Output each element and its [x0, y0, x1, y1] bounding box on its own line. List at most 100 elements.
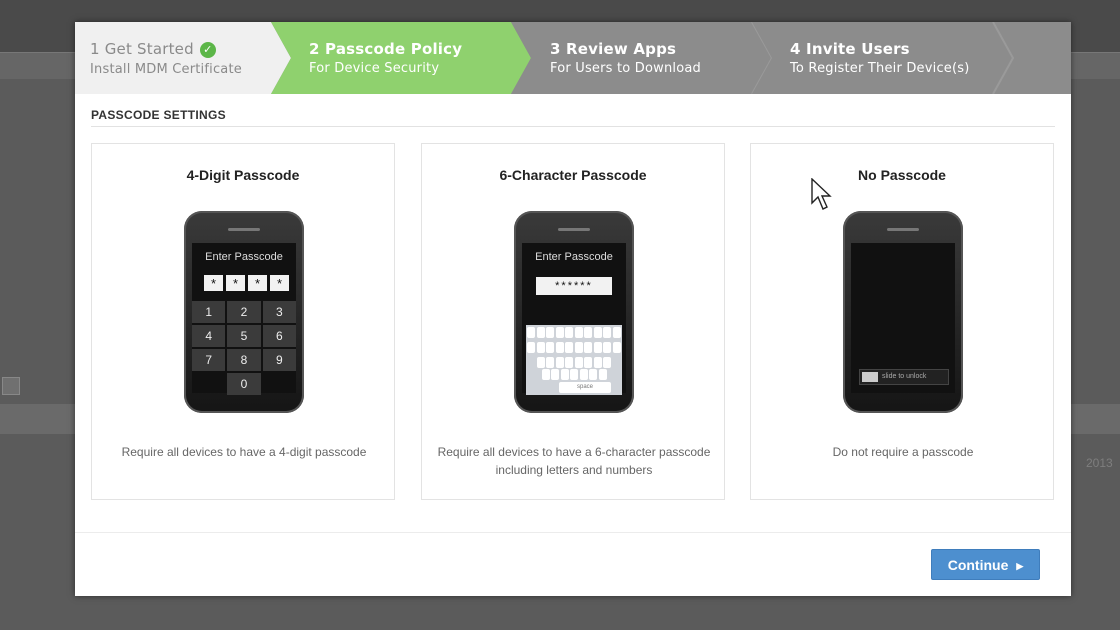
space-key: space [559, 382, 611, 393]
step-title: 2 Passcode Policy [309, 40, 463, 58]
keyboard-key [541, 369, 550, 380]
check-icon: ✓ [199, 41, 216, 58]
wizard-step-review-apps[interactable]: 3 Review Apps For Users to Download [550, 22, 701, 94]
option-description: Do not require a passcode [832, 445, 974, 459]
keyboard-key [593, 357, 602, 368]
footer-divider [75, 532, 1071, 533]
keyboard-key [555, 342, 564, 353]
step-subtitle: Install MDM Certificate [90, 61, 242, 77]
slide-to-unlock: slide to unlock [859, 369, 949, 385]
digit-box: * [270, 275, 289, 291]
option-title: 6-Character Passcode [499, 167, 647, 183]
digit-box: * [204, 275, 223, 291]
keyboard-key [584, 327, 593, 338]
screen-label: Enter Passcode [535, 251, 613, 263]
keyboard-key [536, 327, 545, 338]
keyboard-key [593, 342, 602, 353]
keyboard-key [574, 342, 583, 353]
keyboard-key [603, 327, 612, 338]
option-title: 4-Digit Passcode [186, 167, 300, 183]
continue-label: Continue [947, 557, 1009, 573]
wizard-steps: 1 Get Started ✓ Install MDM Certificate 2… [75, 22, 1071, 94]
key: 1 [192, 301, 226, 323]
keyboard-key [555, 357, 564, 368]
wizard-step-get-started[interactable]: 1 Get Started ✓ Install MDM Certificate [90, 22, 242, 94]
step-subtitle: To Register Their Device(s) [790, 61, 970, 76]
key: 0 [227, 373, 261, 395]
background-image-icon [2, 377, 20, 395]
option-description: Require all devices to have a 4-digit pa… [121, 445, 367, 459]
keyboard-key [546, 327, 555, 338]
unlock-knob [862, 372, 878, 382]
keyboard-key [565, 342, 574, 353]
keyboard-key [584, 342, 593, 353]
continue-button[interactable]: Continue ▶ [931, 549, 1040, 580]
mouse-pointer-icon [811, 178, 832, 210]
passcode-digits: * * * * [204, 275, 289, 291]
option-card-4-digit[interactable]: 4-Digit Passcode Enter Passcode * * * * … [91, 143, 395, 500]
digit-box: * [248, 275, 267, 291]
key: 2 [227, 301, 261, 323]
wizard-step-invite-users[interactable]: 4 Invite Users To Register Their Device(… [790, 22, 970, 94]
option-title: No Passcode [858, 167, 946, 183]
keyboard-key [593, 327, 602, 338]
phone-illustration: Enter Passcode * * * * 1 2 3 4 5 6 7 8 9 [184, 211, 304, 413]
keyboard-key [565, 327, 574, 338]
keyboard-illustration: space [526, 325, 622, 395]
keyboard-key [536, 342, 545, 353]
key: 5 [227, 325, 261, 347]
step-title: 4 Invite Users [790, 40, 910, 58]
key: 7 [192, 349, 226, 371]
keyboard-key [527, 342, 536, 353]
step-subtitle: For Device Security [309, 61, 440, 76]
phone-speaker [558, 228, 590, 231]
phone-screen: Enter Passcode * * * * 1 2 3 4 5 6 7 8 9 [192, 243, 296, 395]
passcode-policy-dialog: 1 Get Started ✓ Install MDM Certificate 2… [75, 22, 1071, 596]
screen-label: Enter Passcode [205, 251, 283, 263]
key: 6 [262, 325, 296, 347]
keypad: 1 2 3 4 5 6 7 8 9 0 [192, 301, 296, 395]
phone-screen: slide to unlock [851, 243, 955, 393]
step-title: 1 Get Started [90, 39, 194, 58]
section-title: PASSCODE SETTINGS [91, 108, 226, 122]
keyboard-key [546, 357, 555, 368]
keyboard-key [603, 357, 612, 368]
option-description: Require all devices to have a 6-characte… [437, 445, 711, 477]
chevron-right-icon: ▶ [1016, 561, 1024, 571]
keyboard-key [527, 327, 536, 338]
key: 4 [192, 325, 226, 347]
keyboard-key [584, 357, 593, 368]
keyboard-key [574, 357, 583, 368]
wizard-step-passcode-policy[interactable]: 2 Passcode Policy For Device Security [309, 22, 462, 94]
keyboard-key [589, 369, 597, 380]
password-field: ****** [536, 277, 612, 295]
unlock-label: slide to unlock [882, 373, 927, 380]
digit-box: * [226, 275, 245, 291]
background-year-text: 2013 [1086, 456, 1113, 470]
keyboard-key [555, 327, 564, 338]
keyboard-key [598, 369, 607, 380]
keyboard-key [574, 327, 583, 338]
option-card-no-passcode[interactable]: No Passcode slide to unlock Do not requi… [750, 143, 1054, 500]
option-card-6-character[interactable]: 6-Character Passcode Enter Passcode ****… [421, 143, 725, 500]
phone-illustration: slide to unlock [843, 211, 963, 413]
keyboard-key [551, 369, 559, 380]
step-subtitle: For Users to Download [550, 61, 701, 76]
key: 9 [262, 349, 296, 371]
keyboard-key [612, 327, 621, 338]
keyboard-key [603, 342, 612, 353]
keyboard-key [546, 342, 555, 353]
phone-speaker [228, 228, 260, 231]
keyboard-key [565, 357, 574, 368]
keyboard-key [579, 369, 588, 380]
key: 8 [227, 349, 261, 371]
phone-screen: Enter Passcode ****** space [522, 243, 626, 395]
key: 3 [262, 301, 296, 323]
keyboard-key [570, 369, 578, 380]
keyboard-key [536, 357, 545, 368]
phone-illustration: Enter Passcode ****** space [514, 211, 634, 413]
section-divider [91, 126, 1055, 127]
phone-speaker [887, 228, 919, 231]
keyboard-key [560, 369, 569, 380]
keyboard-key [612, 342, 621, 353]
